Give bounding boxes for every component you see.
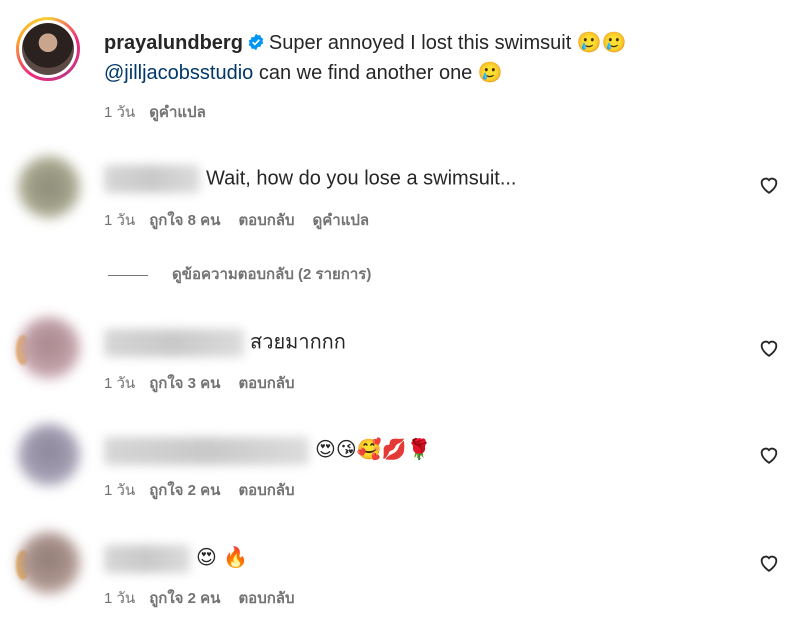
translate-button[interactable]: ดูคำแปล (149, 104, 206, 121)
verified-badge-icon (248, 33, 264, 51)
view-replies-label: ดูข้อความตอบกลับ (2 รายการ) (172, 266, 372, 283)
comment-body: Wait, how do you lose a swimsuit... (104, 165, 517, 193)
mention-link[interactable]: @jilljacobsstudio (104, 62, 253, 84)
likes-count[interactable]: ถูกใจ 3 คน (149, 375, 220, 392)
comment-text: Wait, how do you lose a swimsuit... (206, 167, 517, 190)
heart-outline-icon[interactable] (758, 174, 780, 196)
comment-body: 😍😘🥰💋🌹 (104, 436, 431, 465)
timestamp[interactable]: 1 วัน (104, 104, 135, 121)
comment: สวยมากกก 1 วัน ถูกใจ 3 คน ตอบกลับ (0, 305, 800, 405)
view-replies-button[interactable]: ดูข้อความตอบกลับ (2 รายการ) (108, 262, 371, 286)
timestamp[interactable]: 1 วัน (104, 590, 135, 607)
comment-text: 😍😘🥰💋🌹 (315, 437, 432, 461)
reply-button[interactable]: ตอบกลับ (238, 590, 294, 607)
reply-button[interactable]: ตอบกลับ (238, 482, 294, 499)
likes-count[interactable]: ถูกใจ 8 คน (149, 212, 220, 229)
comment-username[interactable] (104, 329, 244, 357)
comment-username[interactable] (104, 436, 309, 465)
comment: 😍😘🥰💋🌹 1 วัน ถูกใจ 2 คน ตอบกลับ (0, 412, 800, 512)
likes-count[interactable]: ถูกใจ 2 คน (149, 590, 220, 607)
caption-line-1: prayalundberg Super annoyed I lost this s… (104, 30, 627, 56)
translate-button[interactable]: ดูคำแปล (313, 212, 370, 229)
comment-username[interactable] (104, 165, 200, 193)
comment-body: สวยมากกก (104, 329, 346, 357)
comment: 😍 🔥 1 วัน ถูกใจ 2 คน ตอบกลับ (0, 520, 800, 620)
comment-body: 😍 🔥 (104, 544, 248, 573)
comment-meta: 1 วัน ถูกใจ 8 คน ตอบกลับ ดูคำแปล (104, 208, 387, 232)
avatar[interactable] (18, 532, 80, 594)
replies-divider (108, 274, 148, 276)
likes-count[interactable]: ถูกใจ 2 คน (149, 482, 220, 499)
caption-text: Super annoyed I lost this swimsuit 🥲🥲 (268, 32, 627, 54)
comment-text: 😍 🔥 (196, 545, 249, 569)
caption-line-2: @jilljacobsstudio can we find another on… (104, 60, 503, 86)
post-author-avatar[interactable] (16, 17, 80, 81)
timestamp[interactable]: 1 วัน (104, 482, 135, 499)
post-caption: prayalundberg Super annoyed I lost this s… (0, 0, 800, 140)
reply-button[interactable]: ตอบกลับ (238, 375, 294, 392)
avatar[interactable] (18, 424, 80, 486)
timestamp[interactable]: 1 วัน (104, 375, 135, 392)
comment-username[interactable] (104, 544, 190, 573)
avatar[interactable] (18, 317, 80, 379)
avatar[interactable] (18, 156, 80, 218)
comment-text: สวยมากกก (250, 331, 346, 354)
comment-meta: 1 วัน ถูกใจ 2 คน ตอบกลับ (104, 478, 313, 502)
heart-outline-icon[interactable] (758, 337, 780, 359)
caption-text-2: can we find another one 🥲 (253, 62, 503, 84)
heart-outline-icon[interactable] (758, 444, 780, 466)
reply-button[interactable]: ตอบกลับ (238, 212, 294, 229)
post-username[interactable]: prayalundberg (104, 32, 243, 54)
comment-meta: 1 วัน ถูกใจ 3 คน ตอบกลับ (104, 371, 313, 395)
comment-meta: 1 วัน ถูกใจ 2 คน ตอบกลับ (104, 586, 313, 610)
heart-outline-icon[interactable] (758, 552, 780, 574)
caption-meta: 1 วัน ดูคำแปล (104, 100, 224, 124)
timestamp[interactable]: 1 วัน (104, 212, 135, 229)
